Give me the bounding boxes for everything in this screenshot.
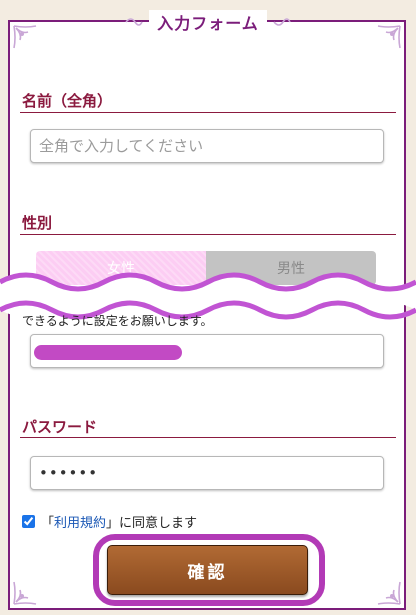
form-title-bar: 入力フォーム (0, 8, 416, 36)
corner-ornament-icon (376, 580, 402, 606)
terms-link[interactable]: 利用規約 (54, 512, 106, 531)
terms-agree-text: 」に同意します (106, 516, 198, 531)
terms-open-bracket: 「 (41, 516, 55, 531)
title-ornament-right-icon (273, 15, 291, 29)
confirm-button[interactable]: 確認 (107, 545, 308, 595)
title-ornament-left-icon (125, 15, 143, 29)
password-label: パスワード (22, 418, 98, 436)
name-label-rule (20, 112, 396, 113)
name-input[interactable] (30, 129, 384, 163)
terms-consent: 「 利用規約 」に同意します (22, 512, 197, 531)
contact-input[interactable] (30, 334, 384, 368)
corner-ornament-icon (12, 580, 38, 606)
name-label: 名前（全角） (22, 92, 113, 110)
password-label-rule (20, 437, 396, 438)
password-input[interactable] (30, 456, 384, 490)
redacted-value (34, 345, 182, 360)
form-title: 入力フォーム (149, 10, 267, 34)
gender-label: 性別 (22, 214, 53, 232)
gender-label-rule (20, 234, 396, 235)
contact-notice-text: できるように設定をお願いします。 (22, 314, 213, 328)
terms-checkbox[interactable] (22, 515, 35, 528)
